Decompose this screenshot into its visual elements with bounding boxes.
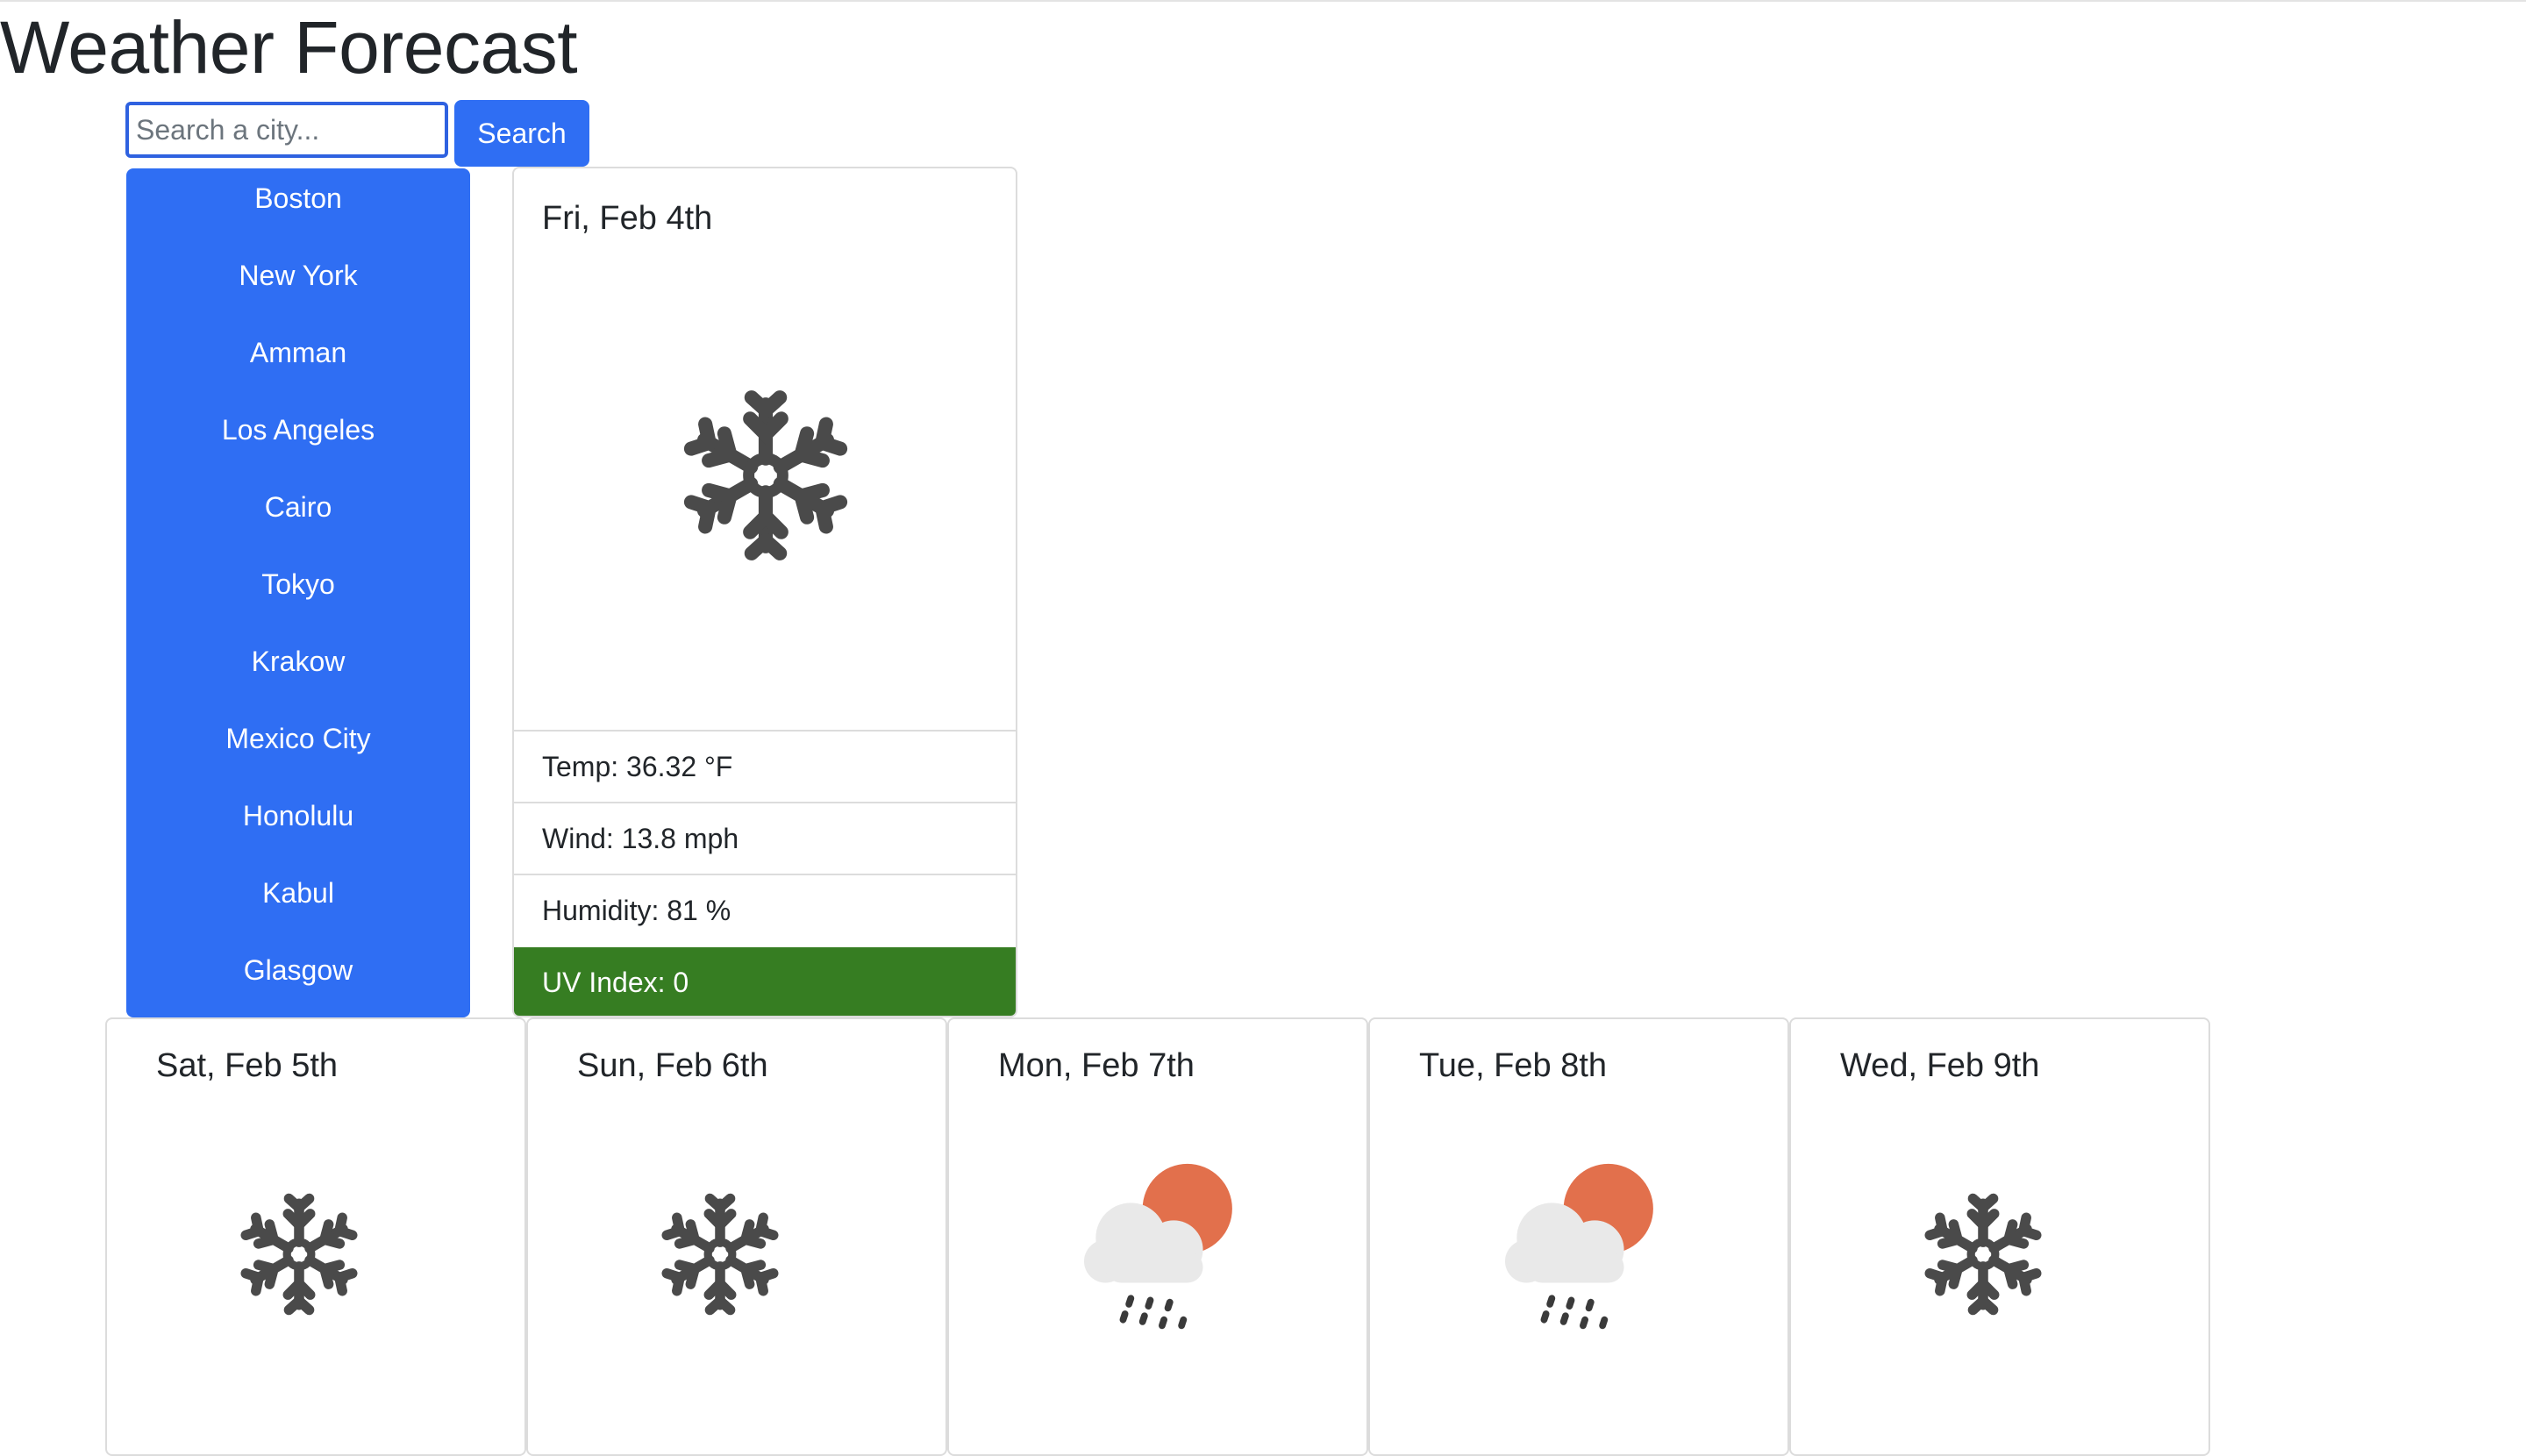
city-button-boston[interactable]: Boston	[126, 182, 470, 260]
snowflake-icon	[233, 1186, 365, 1323]
current-date: Fri, Feb 4th	[542, 200, 713, 237]
snowflake-icon	[1917, 1186, 2049, 1323]
uv-index-row: UV Index: 0	[514, 947, 1016, 1016]
wind-row: Wind: 13.8 mph	[514, 802, 1016, 874]
cloud-sun-rain-icon	[1496, 1156, 1672, 1331]
forecast-date: Wed, Feb 9th	[1840, 1047, 2040, 1084]
search-input[interactable]	[125, 102, 448, 158]
forecast-date: Mon, Feb 7th	[998, 1047, 1195, 1084]
cloud-sun-rain-icon	[1075, 1156, 1251, 1331]
forecast-card: Mon, Feb 7th	[947, 1017, 1368, 1456]
humidity-row: Humidity: 81 %	[514, 874, 1016, 946]
forecast-card: Sat, Feb 5th	[105, 1017, 526, 1456]
temperature-row: Temp: 36.32 °F	[514, 730, 1016, 802]
city-button-tokyo[interactable]: Tokyo	[126, 568, 470, 646]
city-button-los-angeles[interactable]: Los Angeles	[126, 414, 470, 491]
city-button-honolulu[interactable]: Honolulu	[126, 800, 470, 877]
forecast-card: Tue, Feb 8th	[1368, 1017, 1789, 1456]
snowflake-icon	[654, 1186, 786, 1323]
search-button[interactable]: Search	[454, 100, 589, 167]
city-button-amman[interactable]: Amman	[126, 337, 470, 414]
forecast-date: Sat, Feb 5th	[156, 1047, 339, 1084]
city-list: Boston New York Amman Los Angeles Cairo …	[126, 168, 470, 1017]
forecast-card: Wed, Feb 9th	[1789, 1017, 2210, 1456]
city-button-krakow[interactable]: Krakow	[126, 646, 470, 723]
city-button-mexico-city[interactable]: Mexico City	[126, 723, 470, 800]
city-button-kabul[interactable]: Kabul	[126, 877, 470, 954]
forecast-date: Tue, Feb 8th	[1419, 1047, 1608, 1084]
page-title: Weather Forecast	[0, 6, 578, 89]
current-weather-card: Fri, Feb 4th Temp: 36.32 °F Wind: 13.8 m…	[512, 167, 1017, 1017]
forecast-date: Sun, Feb 6th	[577, 1047, 768, 1084]
city-button-new-york[interactable]: New York	[126, 260, 470, 337]
forecast-card: Sun, Feb 6th	[526, 1017, 947, 1456]
snowflake-icon	[674, 379, 858, 572]
city-button-cairo[interactable]: Cairo	[126, 491, 470, 568]
